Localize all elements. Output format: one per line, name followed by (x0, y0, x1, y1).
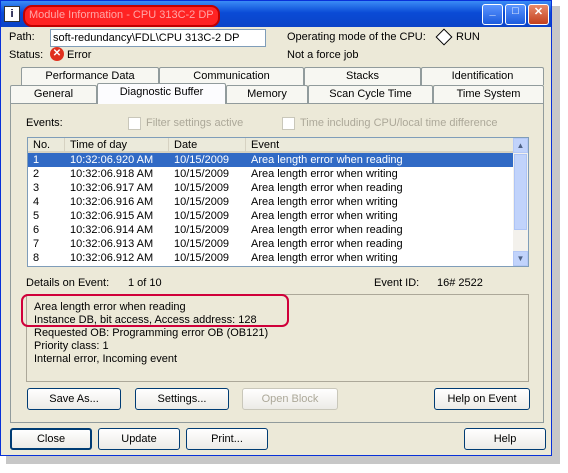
table-row[interactable]: 2 10:32:06.918 AM 10/15/2009 Area length er… (28, 167, 515, 181)
cell-time: 10:32:06.920 AM (70, 154, 154, 166)
operating-mode-label: Operating mode of the CPU: (287, 31, 426, 43)
time-difference-label: Time including CPU/local time difference (300, 117, 498, 129)
table-row[interactable]: 3 10:32:06.917 AM 10/15/2009 Area length er… (28, 181, 515, 195)
scroll-up-icon[interactable]: ▲ (513, 138, 528, 153)
close-window-button[interactable]: ✕ (528, 4, 549, 25)
details-line: Priority class: 1 (34, 340, 109, 352)
status-value: Error (67, 49, 92, 61)
window-shadow-right (552, 6, 560, 458)
title-bar[interactable]: i Module Information - CPU 313C-2 DP _ □… (1, 1, 551, 27)
operating-mode-value: RUN (456, 31, 480, 43)
column-header-date[interactable]: Date (169, 138, 246, 153)
table-row[interactable]: 8 10:32:06.912 AM 10/15/2009 Area length er… (28, 251, 515, 265)
cell-date: 10/15/2009 (174, 182, 230, 194)
path-field: soft-redundancy\FDL\CPU 313C-2 DP (50, 29, 266, 47)
tab-general[interactable]: General (10, 85, 97, 103)
tab-memory[interactable]: Memory (226, 85, 308, 103)
path-label: Path: (9, 31, 35, 43)
cell-no: 6 (33, 224, 40, 236)
filter-settings-label: Filter settings active (146, 117, 244, 129)
cell-time: 10:32:06.917 AM (70, 182, 154, 194)
minimize-button[interactable]: _ (482, 4, 503, 25)
print-button[interactable]: Print... (186, 428, 268, 450)
event-id-value: 16# 2522 (437, 277, 483, 289)
window-shadow-bottom (6, 456, 560, 464)
cell-event: Area length error when writing (251, 168, 398, 180)
table-row[interactable]: 5 10:32:06.915 AM 10/15/2009 Area length er… (28, 209, 515, 223)
column-header-event[interactable]: Event (246, 138, 515, 153)
cell-event: Area length error when writing (251, 210, 398, 222)
events-label: Events: (26, 117, 63, 129)
module-info-app-icon: i (4, 6, 20, 22)
cell-time: 10:32:06.916 AM (70, 196, 154, 208)
cell-time: 10:32:06.914 AM (70, 224, 154, 236)
table-row[interactable]: 4 10:32:06.916 AM 10/15/2009 Area length er… (28, 195, 515, 209)
cell-no: 8 (33, 252, 40, 264)
cell-no: 2 (33, 168, 40, 180)
filter-settings-checkbox[interactable] (128, 117, 141, 130)
cell-date: 10/15/2009 (174, 238, 230, 250)
status-label: Status: (9, 49, 44, 61)
tab-diagnostic-buffer[interactable]: Diagnostic Buffer (97, 83, 226, 104)
cell-no: 1 (33, 154, 40, 166)
cell-time: 10:32:06.915 AM (70, 210, 154, 222)
cell-no: 3 (33, 182, 40, 194)
module-information-window: i Module Information - CPU 313C-2 DP _ □… (0, 0, 552, 456)
window-title: Module Information - CPU 313C-2 DP (23, 5, 220, 27)
details-counter: 1 of 10 (128, 277, 162, 289)
settings-button[interactable]: Settings... (135, 388, 229, 410)
tab-stacks[interactable]: Stacks (304, 67, 421, 85)
scroll-thumb[interactable] (514, 154, 527, 230)
cell-time: 10:32:06.918 AM (70, 168, 154, 180)
update-button[interactable]: Update (98, 428, 180, 450)
open-block-button[interactable]: Open Block (242, 388, 338, 410)
cell-date: 10/15/2009 (174, 252, 230, 264)
details-line: Internal error, Incoming event (34, 353, 178, 365)
cell-event: Area length error when writing (251, 252, 398, 264)
cell-no: 4 (33, 196, 40, 208)
error-icon: ✕ (50, 47, 64, 61)
cell-event: Area length error when reading (251, 182, 403, 194)
cell-date: 10/15/2009 (174, 224, 230, 236)
save-as-button[interactable]: Save As... (27, 388, 121, 410)
cell-date: 10/15/2009 (174, 154, 230, 166)
tab-scan-cycle-time[interactable]: Scan Cycle Time (308, 85, 433, 103)
cell-date: 10/15/2009 (174, 196, 230, 208)
details-line: Requested OB: Programming error OB (OB12… (34, 327, 269, 339)
table-row[interactable]: 6 10:32:06.914 AM 10/15/2009 Area length er… (28, 223, 515, 237)
cell-date: 10/15/2009 (174, 168, 230, 180)
cell-event: Area length error when reading (251, 154, 403, 166)
maximize-button[interactable]: □ (505, 4, 526, 25)
details-label: Details on Event: (26, 277, 110, 289)
highlight-annotation (21, 294, 289, 327)
cell-date: 10/15/2009 (174, 210, 230, 222)
help-button[interactable]: Help (464, 428, 546, 450)
run-mode-icon (435, 28, 453, 46)
events-scrollbar[interactable]: ▲ ▼ (513, 138, 528, 266)
cell-no: 5 (33, 210, 40, 222)
table-row[interactable]: 1 10:32:06.920 AM 10/15/2009 Area length er… (28, 153, 515, 167)
cell-event: Area length error when writing (251, 196, 398, 208)
help-on-event-button[interactable]: Help on Event (434, 388, 530, 410)
table-row[interactable]: 7 10:32:06.913 AM 10/15/2009 Area length er… (28, 237, 515, 251)
cell-event: Area length error when reading (251, 238, 403, 250)
cell-time: 10:32:06.912 AM (70, 252, 154, 264)
events-list[interactable]: No. Time of day Date Event 1 10:32:06.920… (27, 137, 529, 267)
cell-event: Area length error when reading (251, 224, 403, 236)
column-header-time[interactable]: Time of day (65, 138, 169, 153)
cell-time: 10:32:06.913 AM (70, 238, 154, 250)
force-job-status: Not a force job (287, 49, 359, 61)
tab-time-system[interactable]: Time System (433, 85, 544, 103)
column-header-no[interactable]: No. (28, 138, 65, 153)
event-id-label: Event ID: (374, 277, 420, 289)
scroll-down-icon[interactable]: ▼ (513, 251, 528, 266)
time-difference-checkbox[interactable] (282, 117, 295, 130)
tab-identification[interactable]: Identification (421, 67, 544, 85)
cell-no: 7 (33, 238, 40, 250)
close-button[interactable]: Close (10, 428, 92, 450)
